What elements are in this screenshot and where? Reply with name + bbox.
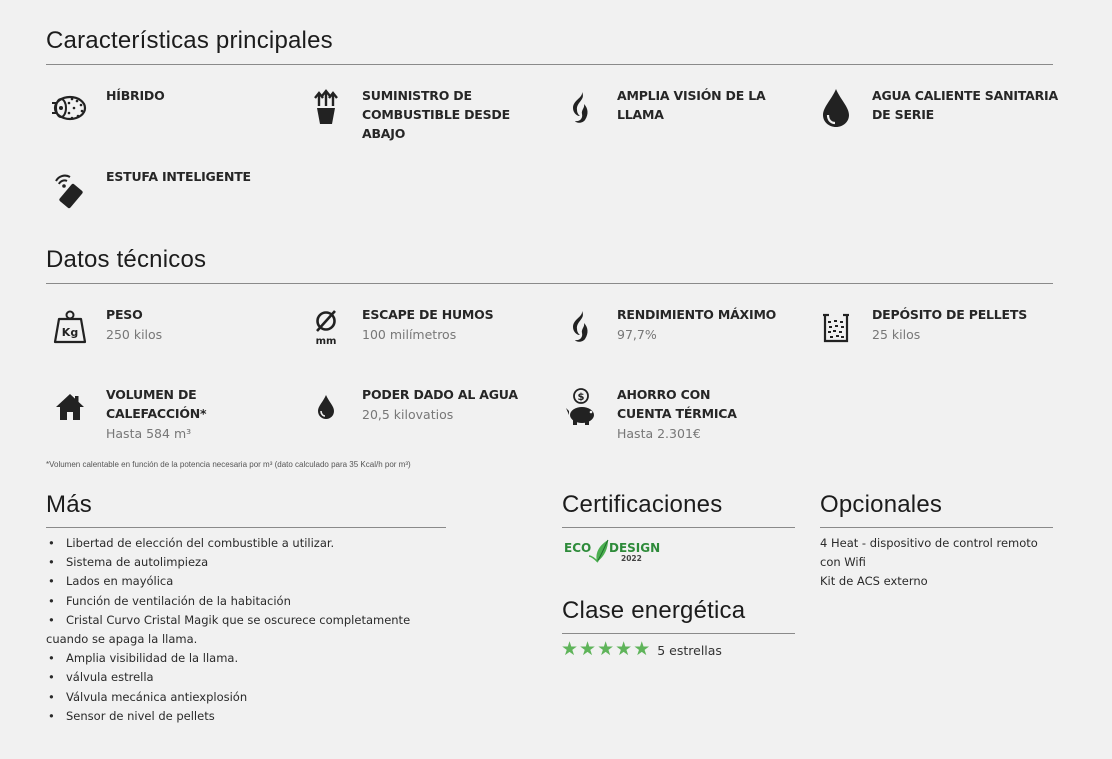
spec-value: 20,5 kilovatios <box>362 407 454 422</box>
spec-value: 100 milímetros <box>362 327 457 342</box>
feature-vision-llama: AMPLIA VISIÓN DE LA LLAMA <box>557 84 807 132</box>
list-item: Amplia visibilidad de la llama. <box>46 649 446 668</box>
opcional-line: 4 Heat - dispositivo de control remoto <box>820 536 1038 550</box>
ecodesign-right: DESIGN <box>609 541 660 555</box>
divider <box>820 527 1053 528</box>
section-title-opcionales: Opcionales <box>820 491 943 518</box>
spec-ahorro: $ AHORRO CON CUENTA TÉRMICA Hasta 2.301€ <box>557 383 807 444</box>
wood-pellet-hybrid-icon <box>46 84 94 132</box>
spec-label: PODER DADO AL AGUA <box>362 387 518 402</box>
section-title-clase: Clase energética <box>562 597 746 624</box>
star-icon: ★ <box>561 639 579 660</box>
spec-escape-humos: mm ESCAPE DE HUMOS 100 milímetros <box>302 303 552 351</box>
divider <box>46 283 1053 284</box>
piggy-bank-icon: $ <box>557 383 605 431</box>
spec-label: VOLUMEN DE CALEFACCIÓN* <box>106 387 207 421</box>
mas-list: Libertad de elección del combustible a u… <box>46 534 446 726</box>
weight-kg-icon: Kg <box>46 303 94 351</box>
water-drop-icon <box>812 84 860 132</box>
ecodesign-left: ECO <box>564 541 591 555</box>
spec-value: 250 kilos <box>106 327 163 342</box>
section-title-mas: Más <box>46 491 92 518</box>
list-item: Sensor de nivel de pellets <box>46 707 446 726</box>
feature-label: AGUA CALIENTE SANITARIA DE SERIE <box>872 88 1058 122</box>
spec-volumen: VOLUMEN DE CALEFACCIÓN* Hasta 584 m³ <box>46 383 296 444</box>
list-item: Función de ventilación de la habitación <box>46 592 446 611</box>
list-item: Libertad de elección del combustible a u… <box>46 534 446 553</box>
energy-rating: ★ ★ ★ ★ ★ 5 estrellas <box>561 640 722 660</box>
spec-value: Hasta 584 m³ <box>106 426 192 441</box>
divider <box>562 527 795 528</box>
list-item: válvula estrella <box>46 668 446 687</box>
pellet-tank-icon <box>812 303 860 351</box>
house-icon <box>46 383 94 431</box>
list-item: Válvula mecánica antiexplosión <box>46 688 446 707</box>
spec-rendimiento: RENDIMIENTO MÁXIMO 97,7% <box>557 303 807 351</box>
diameter-mm-icon: mm <box>302 303 350 351</box>
section-title-datos: Datos técnicos <box>46 246 207 273</box>
opcional-line: con Wifi <box>820 555 866 569</box>
star-icon: ★ <box>633 639 651 660</box>
spec-label: ESCAPE DE HUMOS <box>362 307 494 322</box>
section-title-caracteristicas: Características principales <box>46 27 333 54</box>
spec-label: RENDIMIENTO MÁXIMO <box>617 307 777 322</box>
spec-deposito: DEPÓSITO DE PELLETS 25 kilos <box>812 303 1062 351</box>
ecodesign-year: 2022 <box>621 554 642 563</box>
spec-value: 97,7% <box>617 327 657 342</box>
water-drop-icon <box>302 383 350 431</box>
spec-peso: Kg PESO 250 kilos <box>46 303 286 351</box>
fuel-feed-from-below-icon <box>302 84 350 132</box>
flame-icon <box>557 84 605 132</box>
feature-suministro: SUMINISTRO DE COMBUSTIBLE DESDE ABAJO <box>302 84 552 143</box>
svg-text:Kg: Kg <box>62 326 78 339</box>
feature-agua-caliente: AGUA CALIENTE SANITARIA DE SERIE <box>812 84 1062 132</box>
list-item: Cristal Curvo Cristal Magik que se oscur… <box>46 611 446 649</box>
spec-label: DEPÓSITO DE PELLETS <box>872 307 1028 322</box>
spec-poder-agua: PODER DADO AL AGUA 20,5 kilovatios <box>302 383 552 431</box>
feature-estufa-inteligente: ESTUFA INTELIGENTE <box>46 165 286 213</box>
feature-hibrido: HÍBRIDO <box>46 84 286 132</box>
list-item: Sistema de autolimpieza <box>46 553 446 572</box>
spec-label: PESO <box>106 307 143 322</box>
star-icon: ★ <box>579 639 597 660</box>
section-title-certificaciones: Certificaciones <box>562 491 723 518</box>
smartphone-wifi-icon <box>46 165 94 213</box>
star-icon: ★ <box>597 639 615 660</box>
opcionales-text: 4 Heat - dispositivo de control remoto c… <box>820 534 1040 591</box>
feature-label: ESTUFA INTELIGENTE <box>106 169 251 184</box>
star-icon: ★ <box>615 639 633 660</box>
rating-label: 5 estrellas <box>657 642 722 658</box>
svg-text:mm: mm <box>316 336 337 347</box>
divider <box>46 527 446 528</box>
leaf-icon <box>588 539 609 563</box>
divider <box>562 633 795 634</box>
svg-text:$: $ <box>578 392 585 403</box>
footnote: *Volumen calentable en función de la pot… <box>46 460 411 469</box>
spec-value: Hasta 2.301€ <box>617 426 701 441</box>
divider <box>46 64 1053 65</box>
ecodesign-badge: ECO DESIGN 2022 <box>564 534 664 566</box>
feature-label: SUMINISTRO DE COMBUSTIBLE DESDE ABAJO <box>362 88 510 141</box>
feature-label: AMPLIA VISIÓN DE LA LLAMA <box>617 88 766 122</box>
spec-label: AHORRO CON CUENTA TÉRMICA <box>617 387 737 421</box>
flame-icon <box>557 303 605 351</box>
list-item: Lados en mayólica <box>46 572 446 591</box>
spec-value: 25 kilos <box>872 327 921 342</box>
feature-label: HÍBRIDO <box>106 88 165 103</box>
opcional-line: Kit de ACS externo <box>820 574 928 588</box>
